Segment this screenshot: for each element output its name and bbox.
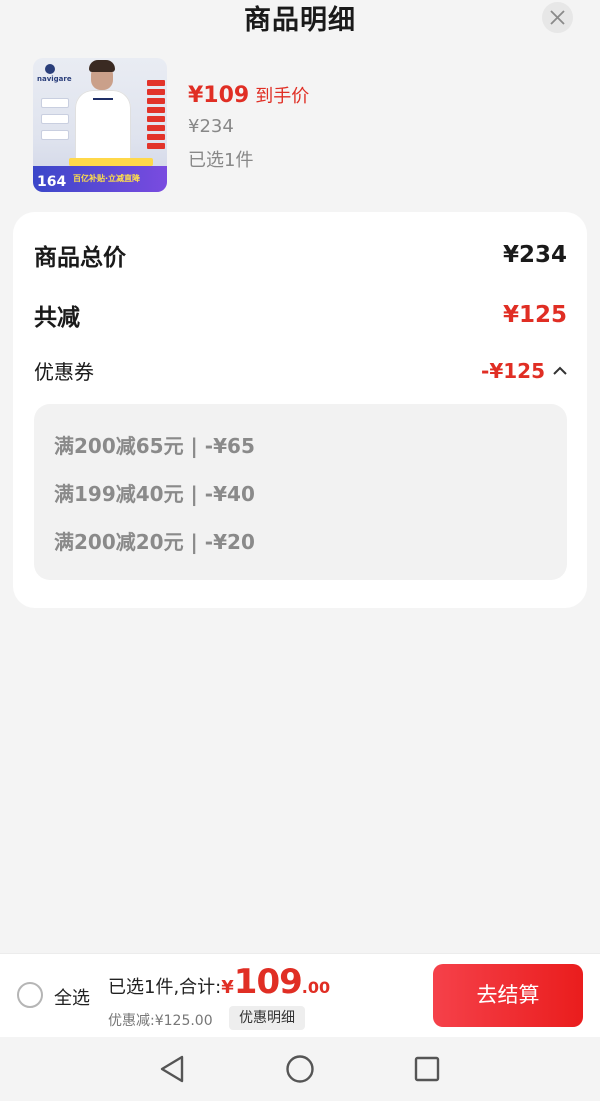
thumb-promo: 百亿补贴·立减直降	[73, 174, 141, 183]
product-thumbnail[interactable]: navigare 164 百亿补贴·立减直降	[33, 58, 167, 192]
total-value: ¥234	[502, 242, 567, 268]
price-summary-card: 商品总价 ¥234 共减 ¥125 优惠券 -¥125 满200减65元 | -…	[13, 212, 587, 608]
summary-currency: ¥	[221, 977, 234, 998]
discount-detail-button[interactable]: 优惠明细	[229, 1006, 305, 1030]
header: 商品明细	[0, 0, 600, 40]
page-title: 商品明细	[244, 5, 356, 36]
coupon-row[interactable]: 优惠券 -¥125	[34, 356, 567, 385]
brand-logo: navigare	[37, 64, 72, 83]
summary-decimal: .00	[301, 978, 331, 997]
coupon-value-wrap[interactable]: -¥125	[481, 359, 567, 383]
coupon-detail-box: 满200减65元 | -¥65 满199减40元 | -¥40 满200减20元…	[34, 404, 567, 580]
total-summary: 已选1件,合计:¥109.00	[108, 962, 330, 1002]
coupon-item: 满200减65元 | -¥65	[54, 434, 255, 458]
back-triangle-icon[interactable]	[158, 1054, 186, 1084]
checkout-bar: 全选 已选1件,合计:¥109.00 优惠减:¥125.00 优惠明细 去结算	[0, 953, 600, 1037]
discount-text: 优惠减:¥125.00	[108, 1013, 213, 1029]
coupon-label: 优惠券	[34, 360, 94, 384]
summary-amount: 109	[233, 962, 303, 1002]
total-row: 商品总价 ¥234	[34, 238, 567, 272]
close-icon	[550, 10, 565, 25]
total-label: 商品总价	[34, 245, 126, 271]
summary-label: 已选1件,合计:	[108, 977, 222, 998]
select-all-label[interactable]: 全选	[54, 984, 90, 1010]
select-all-radio[interactable]	[17, 982, 43, 1008]
coupon-item: 满199减40元 | -¥40	[54, 482, 255, 506]
selected-count: 已选1件	[188, 150, 254, 171]
recents-square-icon[interactable]	[413, 1054, 441, 1084]
deal-tag: 到手价	[255, 86, 310, 107]
page: 商品明细 navigare 164 百亿补贴·立减直降 ¥109 到手价 ¥23…	[0, 0, 600, 1101]
checkout-button[interactable]: 去结算	[433, 964, 583, 1027]
coupon-value: -¥125	[481, 358, 545, 383]
product-row: navigare 164 百亿补贴·立减直降 ¥109 到手价 ¥234 已选1件	[33, 58, 573, 198]
home-circle-icon[interactable]	[285, 1054, 315, 1084]
chevron-up-icon[interactable]	[553, 366, 567, 376]
thumb-price-badge: 164	[37, 174, 67, 190]
original-price: ¥234	[188, 116, 234, 137]
close-button[interactable]	[542, 2, 573, 33]
system-nav-bar	[0, 1038, 600, 1101]
reduce-row: 共减 ¥125	[34, 298, 567, 332]
coupon-item: 满200减20元 | -¥20	[54, 530, 255, 554]
reduce-label: 共减	[34, 305, 80, 331]
reduce-value: ¥125	[502, 302, 567, 328]
deal-price-line: ¥109 到手价	[188, 82, 309, 108]
deal-price: ¥109	[188, 83, 250, 108]
